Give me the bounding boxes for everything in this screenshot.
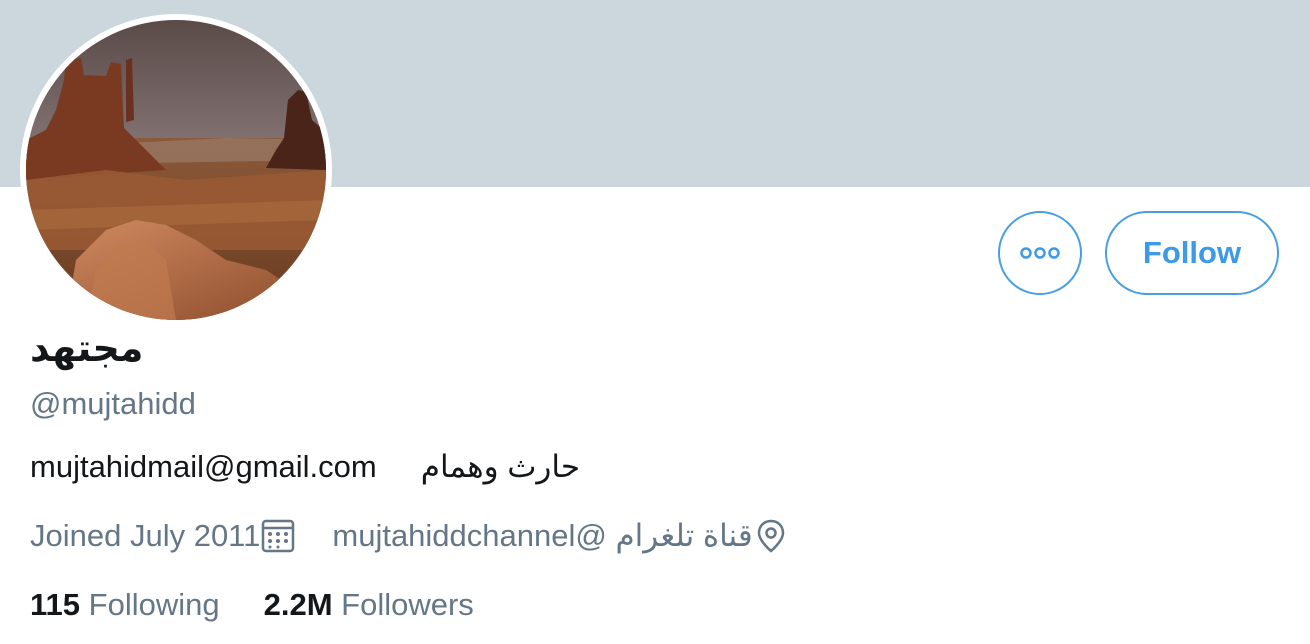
following-label: Following <box>88 587 220 622</box>
location-text: قناة تلغرام @mujtahiddchannel <box>332 518 753 553</box>
followers-label: Followers <box>341 587 474 622</box>
more-horizontal-icon <box>1020 247 1060 259</box>
following-count: 115 <box>30 587 81 622</box>
more-button[interactable] <box>998 211 1082 295</box>
calendar-icon <box>262 519 295 553</box>
profile-bio: mujtahidmail@gmail.com حارث وهمام <box>30 449 580 485</box>
profile-avatar[interactable] <box>20 14 332 326</box>
joined-date-text: Joined July 2011 <box>30 518 261 553</box>
bio-text: حارث وهمام <box>420 449 581 484</box>
avatar-image <box>26 20 326 320</box>
following-link[interactable]: 115 Following <box>30 587 220 623</box>
profile-name: مجتهد <box>30 328 144 370</box>
bio-email: mujtahidmail@gmail.com <box>30 449 377 484</box>
followers-link[interactable]: 2.2M Followers <box>264 587 474 623</box>
follow-button[interactable]: Follow <box>1105 211 1279 295</box>
joined-date: Joined July 2011 <box>30 518 296 554</box>
profile-location: قناة تلغرام @mujtahiddchannel <box>332 518 788 554</box>
profile-meta: Joined July 2011 قناة تلغرام @mujtahiddc… <box>30 518 789 554</box>
profile-stats: 115 Following 2.2M Followers <box>30 587 474 623</box>
location-pin-icon <box>757 519 784 553</box>
follow-button-label: Follow <box>1142 235 1242 270</box>
profile-handle: @mujtahidd <box>30 386 196 421</box>
followers-count: 2.2M <box>263 587 333 622</box>
